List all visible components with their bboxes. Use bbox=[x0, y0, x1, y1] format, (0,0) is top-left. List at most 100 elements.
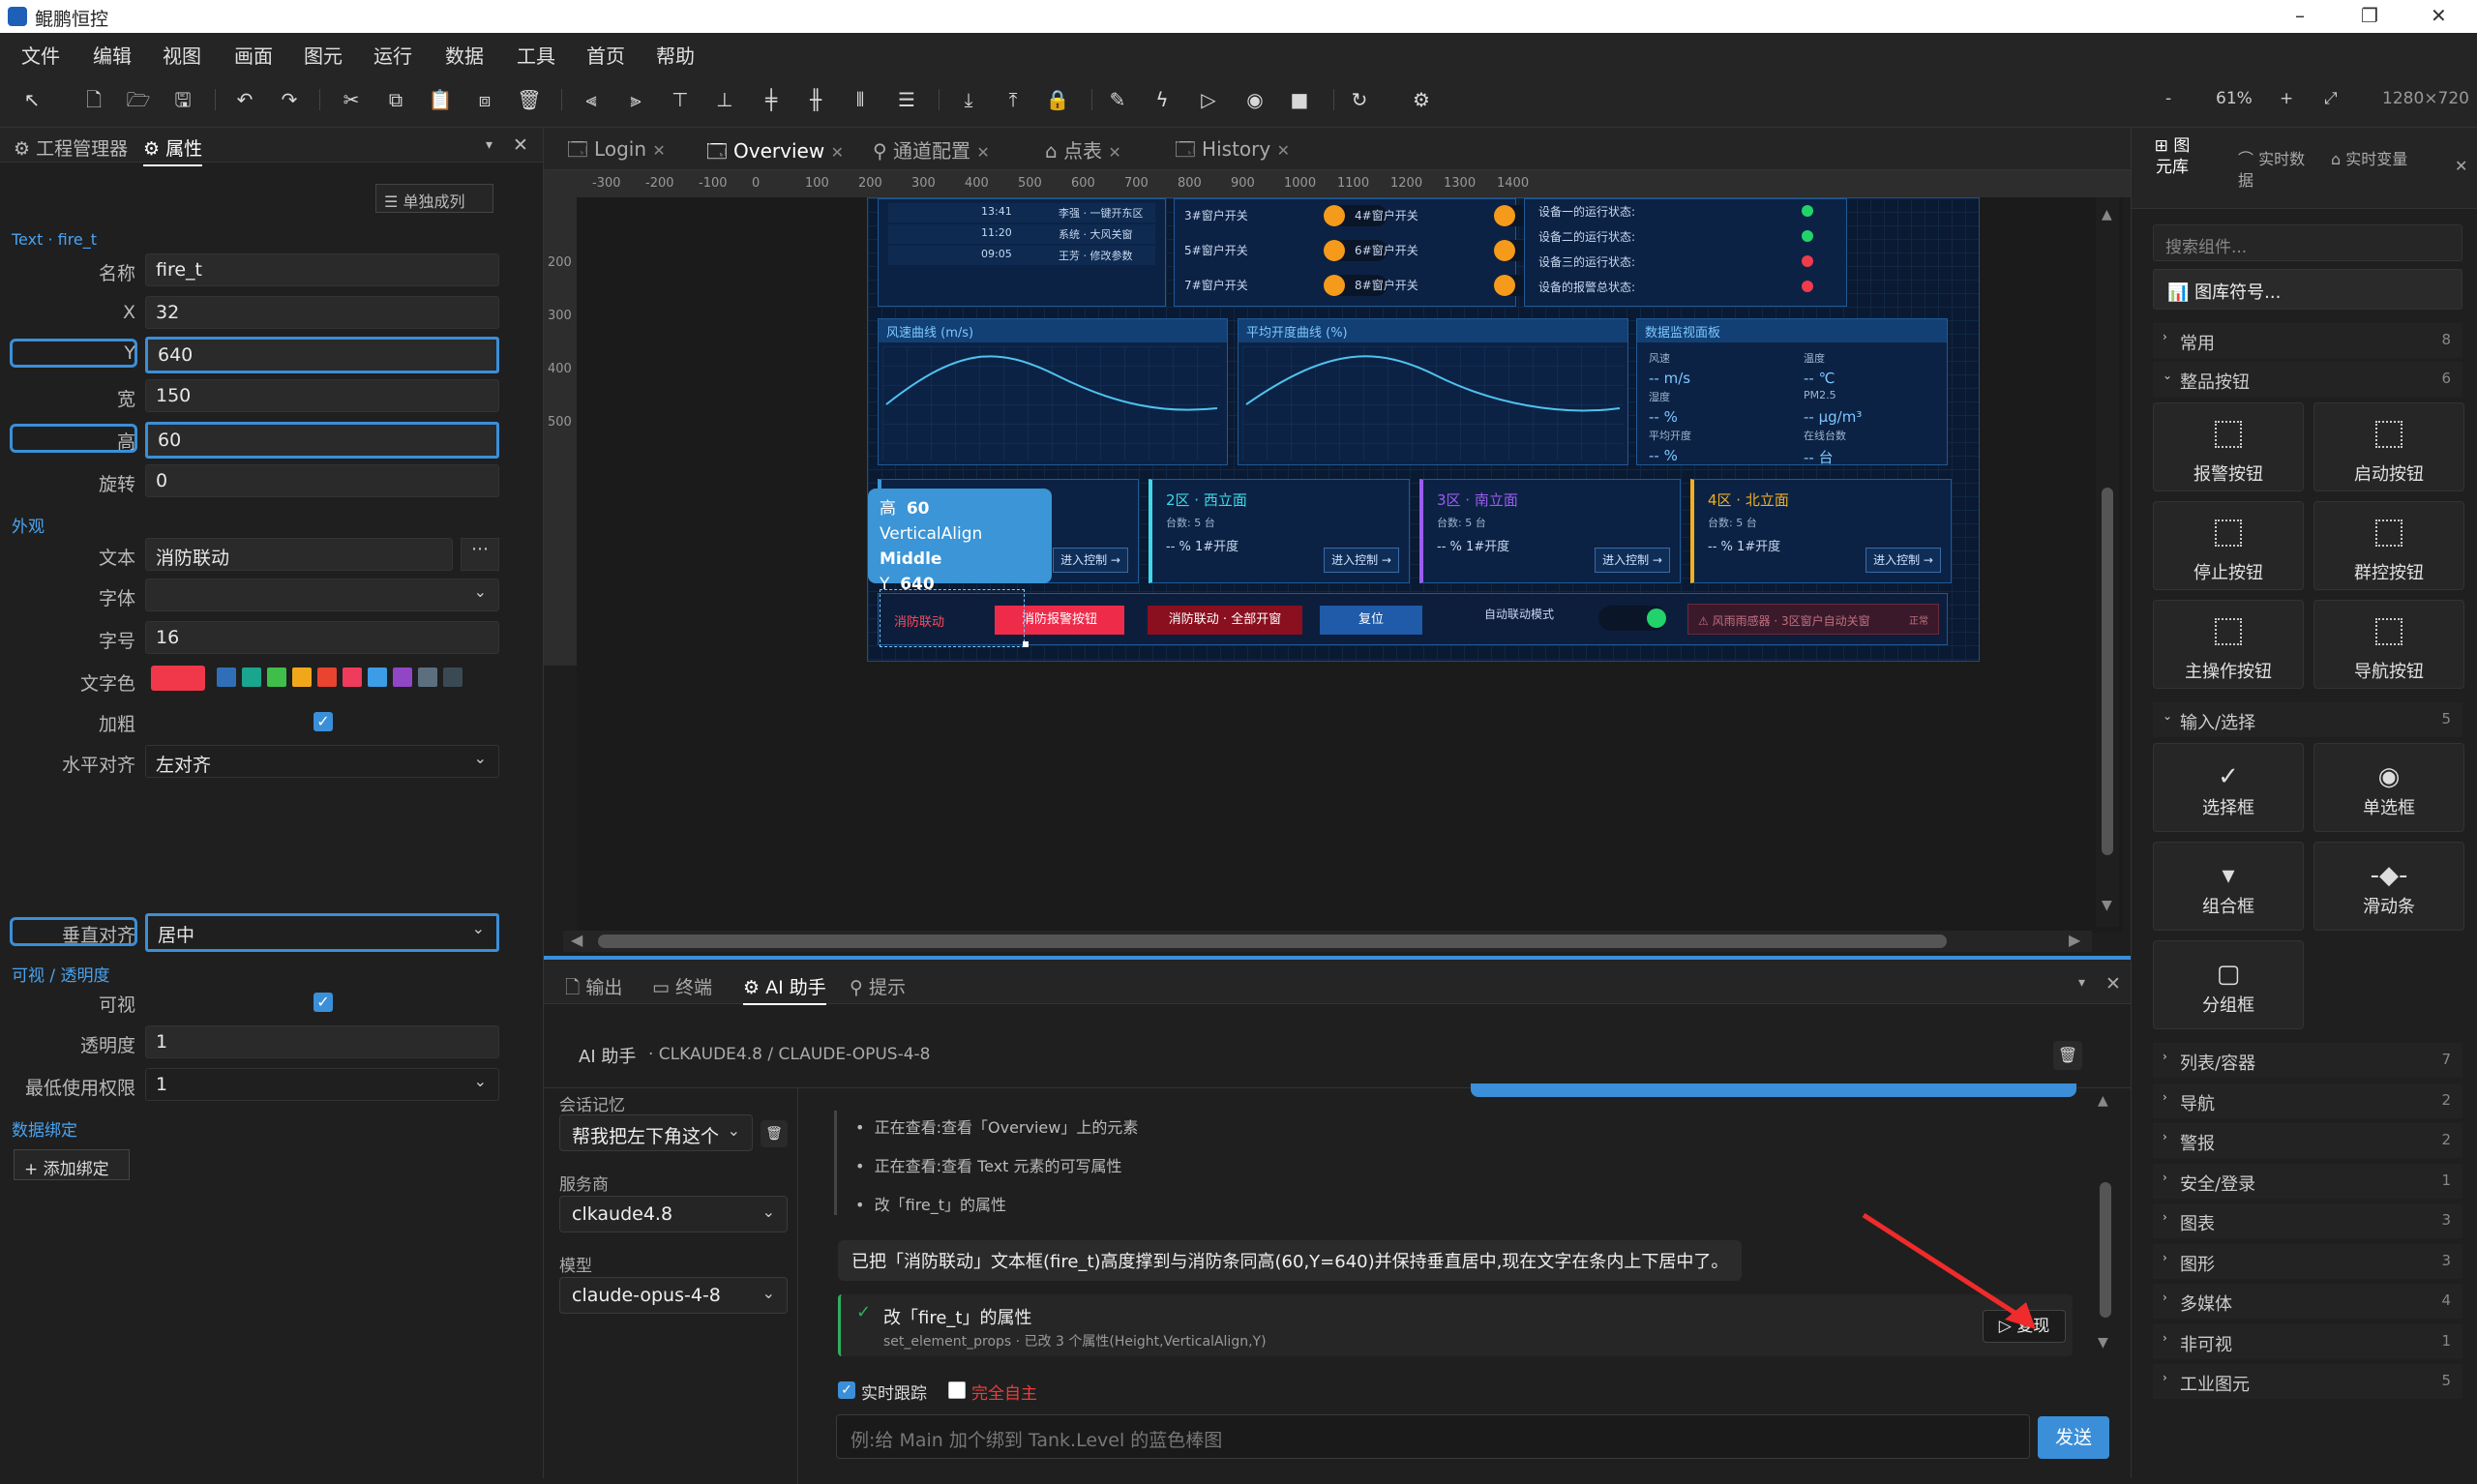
visible-checkbox[interactable]: ✓ bbox=[313, 993, 333, 1012]
symbol-library-button[interactable]: 📊 图库符号... bbox=[2153, 269, 2462, 310]
category-buttons[interactable]: ⌄ 整品按钮 6 bbox=[2153, 362, 2462, 397]
resize-handle[interactable] bbox=[1023, 641, 1029, 647]
component-tile[interactable]: 停止按钮 bbox=[2153, 501, 2304, 590]
zone-enter-control-button[interactable]: 进入控制 → bbox=[1865, 548, 1941, 573]
tab-terminal[interactable]: ▭ 终端 bbox=[652, 973, 712, 999]
component-tile[interactable]: ◉ 单选框 bbox=[2313, 743, 2464, 832]
component-category[interactable]: › 非可视 1 bbox=[2153, 1323, 2462, 1359]
chat-input[interactable]: 例:给 Main 加个绑到 Tank.Level 的蓝色棒图 bbox=[836, 1414, 2030, 1459]
lightning-icon[interactable]: ϟ bbox=[1149, 87, 1175, 112]
panel-menu-icon[interactable]: ▾ bbox=[2078, 975, 2085, 991]
color-swatch[interactable] bbox=[443, 668, 463, 687]
component-category[interactable]: › 多媒体 4 bbox=[2153, 1284, 2462, 1319]
cut-icon[interactable]: ✂ bbox=[339, 87, 364, 112]
tab-properties[interactable]: ⚙ 属性 bbox=[143, 134, 203, 166]
color-swatch[interactable] bbox=[242, 668, 261, 687]
send-back-icon[interactable]: ⤒ bbox=[1000, 87, 1026, 112]
send-button[interactable]: 发送 bbox=[2038, 1416, 2109, 1459]
minimize-button[interactable]: – bbox=[2295, 4, 2305, 27]
prop-font-size-input[interactable]: 16 bbox=[145, 621, 499, 654]
category-input-select[interactable]: ⌄ 输入/选择 5 bbox=[2153, 702, 2462, 737]
zoom-out-button[interactable]: - bbox=[2165, 89, 2171, 108]
single-column-button[interactable]: ☰ 单独成列 bbox=[375, 184, 493, 213]
lock-icon[interactable]: 🔒 bbox=[1045, 87, 1070, 112]
component-tile[interactable]: 群控按钮 bbox=[2313, 501, 2464, 590]
component-category[interactable]: › 图表 3 bbox=[2153, 1203, 2462, 1238]
design-canvas[interactable]: 13:41 李强 · 一键开东区 11:20 系统 · 大风关窗 09:05 王芳 · 修… bbox=[577, 197, 2123, 933]
tab-history[interactable]: 🗔 History ✕ bbox=[1175, 135, 1290, 168]
component-category[interactable]: › 安全/登录 1 bbox=[2153, 1163, 2462, 1199]
prop-height-input[interactable]: 60 bbox=[145, 422, 499, 459]
menu-view[interactable]: 视图 bbox=[163, 41, 201, 69]
memory-select[interactable]: 帮我把左下角这个 ⌄ bbox=[559, 1114, 753, 1151]
zoom-in-button[interactable]: + bbox=[2280, 89, 2293, 108]
provider-select[interactable]: clkaude4.8 ⌄ bbox=[559, 1196, 788, 1232]
panel-close-icon[interactable]: ✕ bbox=[513, 134, 528, 156]
component-tile[interactable]: ▢ 分组框 bbox=[2153, 940, 2304, 1029]
component-tile[interactable]: 主操作按钮 bbox=[2153, 600, 2304, 689]
component-search-input[interactable]: 搜索组件... bbox=[2153, 224, 2462, 261]
tab-output[interactable]: 🗋 输出 bbox=[565, 973, 622, 1005]
stop-icon[interactable]: ■ bbox=[1287, 87, 1312, 112]
menu-help[interactable]: 帮助 bbox=[656, 41, 695, 69]
preview-eye-icon[interactable]: ◉ bbox=[1242, 87, 1268, 112]
menu-home[interactable]: 首页 bbox=[586, 41, 625, 69]
menu-run[interactable]: 运行 bbox=[373, 41, 412, 69]
menu-edit[interactable]: 编辑 bbox=[93, 41, 132, 69]
prop-y-input[interactable]: 640 bbox=[145, 337, 499, 373]
zone-enter-control-button[interactable]: 进入控制 → bbox=[1595, 548, 1670, 573]
color-swatch[interactable] bbox=[368, 668, 387, 687]
tab-realtime-data[interactable]: ⌒ 实时数据 bbox=[2238, 149, 2315, 192]
color-swatch[interactable] bbox=[317, 668, 337, 687]
tab-login[interactable]: 🗔 Login ✕ bbox=[567, 135, 666, 168]
component-tile[interactable]: -◆- 滑动条 bbox=[2313, 842, 2464, 931]
h-align-select[interactable]: 左对齐 ⌄ bbox=[145, 745, 499, 778]
clear-chat-trash-icon[interactable]: 🗑 bbox=[2053, 1041, 2082, 1070]
menu-file[interactable]: 文件 bbox=[21, 41, 60, 69]
panel-close-icon[interactable]: ✕ bbox=[2105, 973, 2121, 994]
settings-gear-icon[interactable]: ⚙ bbox=[1409, 87, 1434, 112]
distribute-h-icon[interactable]: ⦀ bbox=[848, 87, 873, 112]
prop-font-select[interactable]: ⌄ bbox=[145, 579, 499, 611]
color-swatch[interactable] bbox=[393, 668, 412, 687]
color-swatch[interactable] bbox=[418, 668, 437, 687]
tab-channel-config[interactable]: ⚲ 通道配置 ✕ bbox=[873, 135, 990, 163]
prop-name-input[interactable]: fire_t bbox=[145, 253, 499, 286]
color-swatch[interactable] bbox=[217, 668, 236, 687]
align-center-h-icon[interactable]: ╪ bbox=[759, 87, 784, 112]
color-swatch[interactable] bbox=[267, 668, 286, 687]
menu-tools[interactable]: 工具 bbox=[517, 41, 555, 69]
color-swatch[interactable] bbox=[292, 668, 312, 687]
tab-realtime-variables[interactable]: ⌂ 实时变量 bbox=[2331, 149, 2408, 170]
open-folder-icon[interactable]: 🗁 bbox=[126, 87, 151, 112]
zone-enter-control-button[interactable]: 进入控制 → bbox=[1324, 548, 1399, 573]
new-file-icon[interactable]: 🗋 bbox=[81, 87, 106, 112]
align-right-icon[interactable]: ⫸ bbox=[623, 87, 648, 112]
fit-screen-icon[interactable]: ⤢ bbox=[2324, 89, 2338, 108]
panel-menu-icon[interactable]: ▾ bbox=[486, 137, 492, 153]
paste-icon[interactable]: 📋 bbox=[428, 87, 453, 112]
menu-screen[interactable]: 画面 bbox=[234, 41, 273, 69]
component-tile[interactable]: 报警按钮 bbox=[2153, 402, 2304, 491]
vertical-scrollbar[interactable]: ▲ ▼ bbox=[2096, 197, 2119, 927]
select-pointer-icon[interactable]: ↖ bbox=[19, 87, 45, 112]
close-window-button[interactable]: ✕ bbox=[2431, 4, 2447, 27]
v-align-select[interactable]: 居中 ⌄ bbox=[145, 913, 499, 952]
min-permission-select[interactable]: 1 ⌄ bbox=[145, 1068, 499, 1101]
menu-data[interactable]: 数据 bbox=[445, 41, 484, 69]
refresh-icon[interactable]: ↻ bbox=[1347, 87, 1372, 112]
undo-icon[interactable]: ↶ bbox=[232, 87, 257, 112]
redo-icon[interactable]: ↷ bbox=[277, 87, 302, 112]
text-more-button[interactable]: ⋯ bbox=[461, 538, 499, 571]
component-tile[interactable]: 导航按钮 bbox=[2313, 600, 2464, 689]
component-tile[interactable]: ▾ 组合框 bbox=[2153, 842, 2304, 931]
add-binding-button[interactable]: + 添加绑定 bbox=[14, 1149, 130, 1180]
copy-icon[interactable]: ⧉ bbox=[383, 87, 408, 112]
component-category[interactable]: › 导航 2 bbox=[2153, 1083, 2462, 1118]
component-category[interactable]: › 图形 3 bbox=[2153, 1243, 2462, 1279]
maximize-button[interactable]: ❐ bbox=[2361, 4, 2378, 27]
component-tile[interactable]: 启动按钮 bbox=[2313, 402, 2464, 491]
align-center-v-icon[interactable]: ╫ bbox=[803, 87, 828, 112]
category-common[interactable]: › 常用 8 bbox=[2153, 323, 2462, 358]
tab-project-manager[interactable]: ⚙ 工程管理器 bbox=[14, 134, 128, 161]
